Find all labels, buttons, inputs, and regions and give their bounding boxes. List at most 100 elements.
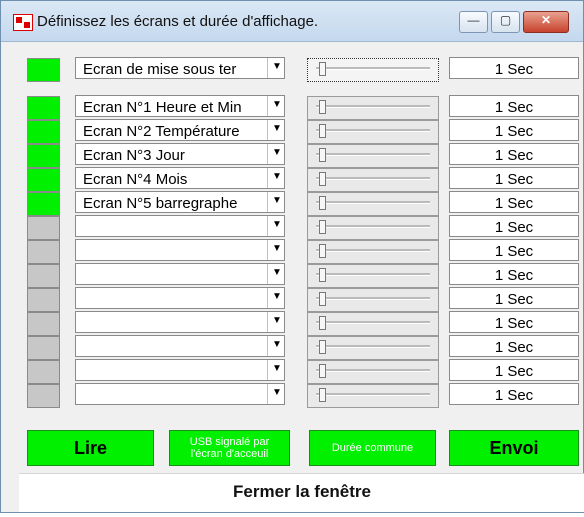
close-window-button[interactable]: ✕ xyxy=(523,11,569,33)
screen-enabled-toggle[interactable] xyxy=(27,360,60,384)
dropdown-arrow-button[interactable]: ▼ xyxy=(267,312,284,332)
slider-thumb[interactable] xyxy=(319,62,326,76)
screen-select[interactable]: Ecran N°3 Jour ▼ xyxy=(75,143,285,165)
dropdown-arrow-button[interactable]: ▼ xyxy=(267,216,284,236)
usb-button-label-line-2: l'écran d'acceuil xyxy=(190,448,269,460)
duration-text: 1 Sec xyxy=(494,339,534,356)
screen-select[interactable]: Ecran N°2 Température ▼ xyxy=(75,119,285,141)
screen-enabled-toggle[interactable] xyxy=(27,384,60,408)
slider-thumb[interactable] xyxy=(319,100,326,114)
duration-text: 1 Sec xyxy=(494,315,534,332)
screen-select-value: Ecran N°3 Jour xyxy=(83,147,185,164)
duration-value: 1 Sec xyxy=(449,359,579,381)
duration-slider[interactable] xyxy=(307,240,439,264)
screen-select[interactable]: Ecran de mise sous ter ▼ xyxy=(75,57,285,79)
screen-row: Ecran N°5 barregraphe ▼ 1 Sec xyxy=(19,191,584,216)
send-button[interactable]: Envoi xyxy=(449,430,579,466)
screen-enabled-toggle[interactable] xyxy=(27,216,60,240)
duration-slider[interactable] xyxy=(307,58,439,82)
dropdown-arrow-button[interactable]: ▼ xyxy=(267,58,284,78)
screen-select[interactable]: ▼ xyxy=(75,263,285,285)
slider-thumb[interactable] xyxy=(319,292,326,306)
duration-slider[interactable] xyxy=(307,120,439,144)
dropdown-arrow-button[interactable]: ▼ xyxy=(267,96,284,116)
dropdown-arrow-button[interactable]: ▼ xyxy=(267,120,284,140)
screen-enabled-toggle[interactable] xyxy=(27,264,60,288)
slider-track xyxy=(316,249,430,252)
slider-thumb[interactable] xyxy=(319,244,326,258)
slider-thumb[interactable] xyxy=(319,172,326,186)
duration-value: 1 Sec xyxy=(449,311,579,333)
dropdown-arrow-button[interactable]: ▼ xyxy=(267,288,284,308)
dropdown-arrow-button[interactable]: ▼ xyxy=(267,240,284,260)
screen-select[interactable]: ▼ xyxy=(75,311,285,333)
screen-select-value: Ecran N°1 Heure et Min xyxy=(83,99,242,116)
screen-row: ▼ 1 Sec xyxy=(19,335,584,360)
duration-slider[interactable] xyxy=(307,384,439,408)
screen-row: Ecran N°1 Heure et Min ▼ 1 Sec xyxy=(19,95,584,120)
screen-enabled-toggle[interactable] xyxy=(27,144,60,168)
common-duration-button[interactable]: Durée commune xyxy=(309,430,436,466)
dropdown-arrow-button[interactable]: ▼ xyxy=(267,168,284,188)
duration-slider[interactable] xyxy=(307,288,439,312)
slider-thumb[interactable] xyxy=(319,148,326,162)
screen-select[interactable]: Ecran N°1 Heure et Min ▼ xyxy=(75,95,285,117)
slider-thumb[interactable] xyxy=(319,124,326,138)
screen-row: ▼ 1 Sec xyxy=(19,311,584,336)
dropdown-arrow-button[interactable]: ▼ xyxy=(267,384,284,404)
screen-enabled-toggle[interactable] xyxy=(27,312,60,336)
duration-slider[interactable] xyxy=(307,168,439,192)
screen-select[interactable]: ▼ xyxy=(75,383,285,405)
slider-thumb[interactable] xyxy=(319,268,326,282)
screen-row: ▼ 1 Sec xyxy=(19,383,584,408)
window-title: Définissez les écrans et durée d'afficha… xyxy=(37,13,319,30)
duration-slider[interactable] xyxy=(307,336,439,360)
screen-select[interactable]: Ecran N°5 barregraphe ▼ xyxy=(75,191,285,213)
screen-select-value: Ecran de mise sous ter xyxy=(83,61,237,78)
screen-select[interactable]: ▼ xyxy=(75,335,285,357)
close-window-bar[interactable]: Fermer la fenêtre xyxy=(19,473,584,512)
minimize-icon: — xyxy=(467,13,480,27)
duration-value: 1 Sec xyxy=(449,383,579,405)
screen-select[interactable]: ▼ xyxy=(75,215,285,237)
dropdown-arrow-button[interactable]: ▼ xyxy=(267,360,284,380)
screen-enabled-toggle[interactable] xyxy=(27,120,60,144)
screen-enabled-toggle[interactable] xyxy=(27,240,60,264)
duration-slider[interactable] xyxy=(307,264,439,288)
slider-thumb[interactable] xyxy=(319,220,326,234)
dropdown-arrow-button[interactable]: ▼ xyxy=(267,192,284,212)
chevron-down-icon: ▼ xyxy=(272,219,282,230)
screen-enabled-toggle[interactable] xyxy=(27,96,60,120)
duration-slider[interactable] xyxy=(307,312,439,336)
slider-thumb[interactable] xyxy=(319,388,326,402)
dropdown-arrow-button[interactable]: ▼ xyxy=(267,144,284,164)
screen-select[interactable]: ▼ xyxy=(75,287,285,309)
usb-home-screen-button[interactable]: USB signalé par l'écran d'acceuil xyxy=(169,430,290,466)
duration-value: 1 Sec xyxy=(449,263,579,285)
screen-select[interactable]: ▼ xyxy=(75,359,285,381)
slider-thumb[interactable] xyxy=(319,196,326,210)
maximize-icon: ▢ xyxy=(499,13,512,27)
screen-enabled-toggle[interactable] xyxy=(27,336,60,360)
dropdown-arrow-button[interactable]: ▼ xyxy=(267,264,284,284)
duration-slider[interactable] xyxy=(307,360,439,384)
duration-text: 1 Sec xyxy=(494,61,534,78)
read-button[interactable]: Lire xyxy=(27,430,154,466)
screen-enabled-toggle[interactable] xyxy=(27,58,60,82)
slider-thumb[interactable] xyxy=(319,316,326,330)
dropdown-arrow-button[interactable]: ▼ xyxy=(267,336,284,356)
slider-thumb[interactable] xyxy=(319,340,326,354)
duration-slider[interactable] xyxy=(307,216,439,240)
maximize-button[interactable]: ▢ xyxy=(491,11,520,33)
screen-enabled-toggle[interactable] xyxy=(27,168,60,192)
screen-select[interactable]: Ecran N°4 Mois ▼ xyxy=(75,167,285,189)
duration-slider[interactable] xyxy=(307,192,439,216)
duration-slider[interactable] xyxy=(307,144,439,168)
screen-enabled-toggle[interactable] xyxy=(27,288,60,312)
minimize-button[interactable]: — xyxy=(459,11,488,33)
duration-slider[interactable] xyxy=(307,96,439,120)
close-window-label: Fermer la fenêtre xyxy=(233,482,371,501)
screen-select[interactable]: ▼ xyxy=(75,239,285,261)
slider-thumb[interactable] xyxy=(319,364,326,378)
screen-enabled-toggle[interactable] xyxy=(27,192,60,216)
